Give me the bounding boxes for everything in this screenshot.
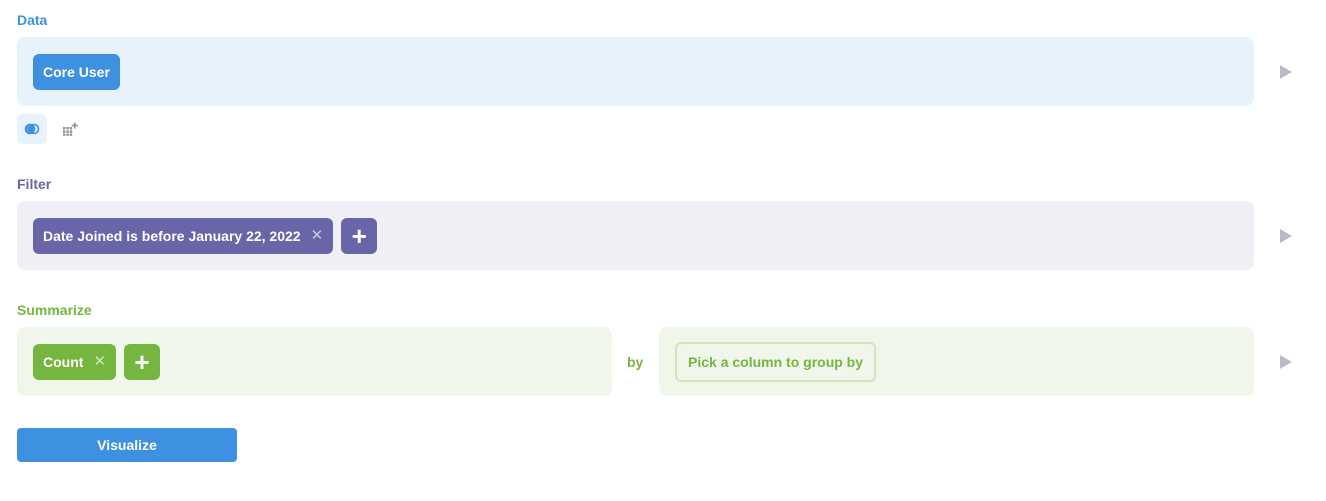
- custom-column-button[interactable]: [57, 114, 83, 144]
- data-section-title: Data: [17, 12, 48, 28]
- remove-metric-close-icon[interactable]: ✕: [93, 354, 106, 369]
- preview-data-play-icon[interactable]: [1279, 64, 1293, 80]
- group-by-panel: Pick a column to group by: [659, 327, 1254, 396]
- add-metric-button[interactable]: +: [124, 343, 161, 380]
- preview-filter-play-icon[interactable]: [1279, 228, 1293, 244]
- metric-pill-label: Count: [43, 353, 84, 370]
- add-filter-button[interactable]: +: [341, 217, 378, 254]
- notebook-editor: Data Core User Filter Date Joined is bef…: [0, 0, 1326, 501]
- preview-summarize-play-icon[interactable]: [1279, 354, 1293, 370]
- remove-filter-close-icon[interactable]: ✕: [311, 228, 324, 243]
- data-step-panel: Core User: [17, 37, 1254, 106]
- filter-step-panel: Date Joined is before January 22, 2022 ✕…: [17, 201, 1254, 270]
- filter-section-title: Filter: [17, 176, 52, 192]
- visualize-button[interactable]: Visualize: [17, 428, 237, 462]
- by-label: by: [627, 354, 644, 370]
- summarize-metrics-panel: Count ✕ +: [17, 327, 612, 396]
- custom-column-icon: [63, 122, 78, 136]
- group-by-picker-button[interactable]: Pick a column to group by: [675, 341, 877, 382]
- filter-pill-label: Date Joined is before January 22, 2022: [43, 227, 301, 244]
- join-data-button[interactable]: [17, 114, 47, 144]
- join-icon: [24, 123, 40, 135]
- data-source-pill[interactable]: Core User: [33, 53, 120, 90]
- filter-pill[interactable]: Date Joined is before January 22, 2022 ✕: [33, 217, 334, 254]
- summarize-section-title: Summarize: [17, 302, 92, 318]
- metric-pill[interactable]: Count ✕: [33, 343, 117, 380]
